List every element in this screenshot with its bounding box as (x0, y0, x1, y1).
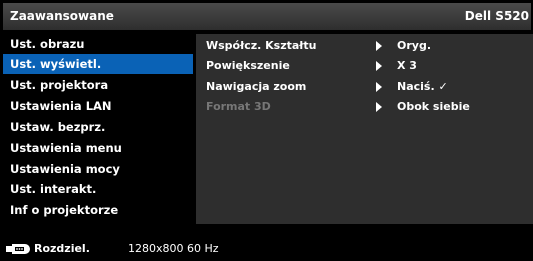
arrow-right-icon (376, 82, 382, 92)
setting-label: Nawigacja zoom (206, 80, 307, 93)
setting-value: Obok siebie (397, 100, 470, 113)
menu-header: Zaawansowane Dell S520 (3, 3, 531, 30)
setting-value: Oryg. (397, 39, 431, 52)
setting-value: X 3 (397, 59, 417, 72)
settings-panel: Współcz. Kształtu Oryg. Powiększenie X 3… (196, 34, 533, 224)
arrow-right-icon (376, 102, 382, 112)
resolution-value: 1280x800 60 Hz (128, 242, 219, 255)
setting-label: Powiększenie (206, 59, 290, 72)
setting-label: Współcz. Kształtu (206, 39, 317, 52)
sidebar: Ust. obrazu Ust. wyświetl. Ust. projekto… (3, 34, 193, 224)
status-bar: Rozdziel. 1280x800 60 Hz (3, 240, 531, 258)
setting-value: Naciś. ✓ (397, 80, 448, 93)
arrow-right-icon (376, 41, 382, 51)
setting-label: Format 3D (206, 100, 271, 113)
video-input-icon (6, 244, 30, 254)
resolution-label: Rozdziel. (34, 242, 90, 255)
setting-3d-format: Format 3D Obok siebie (196, 97, 533, 117)
sidebar-item-interactive-settings[interactable]: Ust. interakt. (3, 179, 193, 199)
sidebar-item-projector-info[interactable]: Inf o projektorze (3, 200, 193, 220)
sidebar-item-lan-settings[interactable]: Ustawienia LAN (3, 96, 193, 116)
projector-model: Dell S520 (464, 9, 529, 23)
sidebar-item-power-settings[interactable]: Ustawienia mocy (3, 159, 193, 179)
sidebar-item-wireless-settings[interactable]: Ustaw. bezprz. (3, 117, 193, 137)
sidebar-item-image-settings[interactable]: Ust. obrazu (3, 34, 193, 54)
sidebar-item-menu-settings[interactable]: Ustawienia menu (3, 138, 193, 158)
setting-zoom[interactable]: Powiększenie X 3 (196, 56, 533, 76)
sidebar-item-display-settings[interactable]: Ust. wyświetl. (3, 54, 193, 74)
arrow-right-icon (376, 61, 382, 71)
setting-aspect-ratio[interactable]: Współcz. Kształtu Oryg. (196, 36, 533, 56)
setting-zoom-navigation[interactable]: Nawigacja zoom Naciś. ✓ (196, 77, 533, 97)
menu-title: Zaawansowane (10, 9, 114, 23)
sidebar-item-projector-settings[interactable]: Ust. projektora (3, 75, 193, 95)
